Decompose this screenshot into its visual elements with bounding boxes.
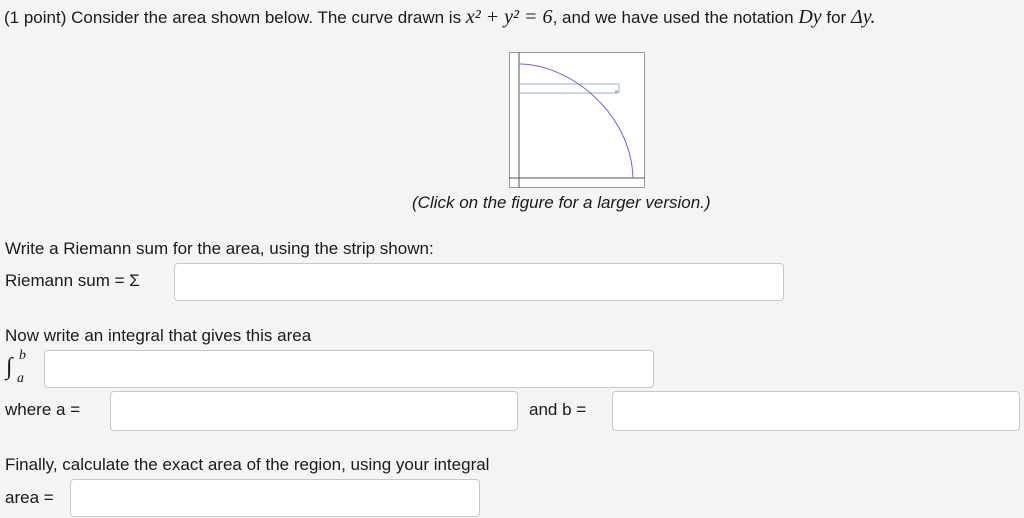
delta-variable: Δy. xyxy=(850,6,876,28)
area-input[interactable] xyxy=(70,479,480,517)
figure-frame xyxy=(509,52,645,188)
a-input[interactable] xyxy=(110,391,518,431)
points-label: (1 point) xyxy=(4,8,67,27)
a-label: where a = xyxy=(5,400,81,419)
integral-symbol: ∫ xyxy=(6,354,13,380)
b-input[interactable] xyxy=(612,391,1020,431)
area-prompt: Finally, calculate the exact area of the… xyxy=(5,455,490,474)
intro-for-text: for xyxy=(826,8,847,27)
strip-variable: Dy xyxy=(798,6,822,28)
integral-lower-limit: a xyxy=(17,371,24,386)
riemann-sum-input[interactable] xyxy=(174,263,784,301)
integral-upper-limit: b xyxy=(19,348,26,363)
integral-sign: ∫ b a xyxy=(6,348,26,386)
figure-caption: (Click on the figure for a larger versio… xyxy=(412,193,711,212)
area-figure[interactable]: = xyxy=(509,52,645,188)
integral-input[interactable] xyxy=(44,350,654,388)
intro-text: Consider the area shown below. The curve… xyxy=(71,8,462,27)
riemann-label: Riemann sum = Σ xyxy=(5,271,140,290)
intro-middle-text: , and we have used the notation xyxy=(552,8,794,27)
area-label: area = xyxy=(5,488,54,507)
question-intro: (1 point) Consider the area shown below.… xyxy=(4,6,875,29)
riemann-prompt: Write a Riemann sum for the area, using … xyxy=(5,239,434,258)
strip-marker-dot xyxy=(615,91,617,93)
curve-equation: x² + y² = 6 xyxy=(465,6,553,28)
integral-prompt: Now write an integral that gives this ar… xyxy=(5,326,312,345)
b-label: and b = xyxy=(529,400,587,419)
